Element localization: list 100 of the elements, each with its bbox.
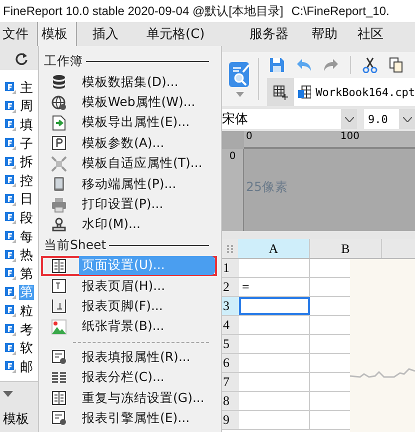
row-header[interactable]: 2 <box>222 278 239 296</box>
template-file-item[interactable]: 软 <box>19 341 34 356</box>
menu-item[interactable]: 模板 <box>36 22 76 46</box>
report-file-icon <box>5 119 16 132</box>
template-file-item[interactable]: 热 <box>19 248 34 264</box>
row-header[interactable]: 5 <box>222 335 239 353</box>
form-gear-icon <box>51 349 67 366</box>
template-file-item[interactable]: 拆 <box>19 155 34 170</box>
row-header[interactable]: 7 <box>222 373 239 391</box>
menu-option[interactable]: 水印(M)... <box>41 214 217 236</box>
row-header[interactable]: 1 <box>222 259 239 277</box>
menu-option[interactable]: 纸张背景(B)... <box>41 316 217 338</box>
database-icon <box>51 74 67 90</box>
page-footer-icon <box>51 298 67 314</box>
row-header[interactable]: 3 <box>222 297 239 315</box>
menu-option[interactable]: 报表引擎属性(E)... <box>41 408 217 429</box>
section-header: 工作簿 <box>44 53 83 70</box>
row-header[interactable]: 9 <box>222 411 239 429</box>
menu-item[interactable]: 帮助 <box>304 22 345 46</box>
report-file-icon <box>5 305 16 318</box>
menu-item[interactable]: 社区 <box>352 22 386 46</box>
framed-square-icon <box>51 135 67 152</box>
menu-option[interactable]: 模板数据集(D)... <box>41 72 217 92</box>
globe-icon <box>51 94 67 111</box>
page-header-icon <box>51 278 67 294</box>
menu-option[interactable]: 模板导出属性(E)... <box>41 112 217 134</box>
template-file-item[interactable]: 主 <box>19 80 34 96</box>
add-sheet-button[interactable] <box>266 78 294 106</box>
columns-icon <box>51 370 67 386</box>
export-icon <box>51 114 67 131</box>
cut-icon[interactable] <box>362 57 378 73</box>
row-header[interactable]: 8 <box>222 392 239 410</box>
template-file-item[interactable]: 填 <box>19 118 34 133</box>
font-field[interactable]: 宋体 <box>222 109 357 129</box>
report-file-icon <box>5 100 16 113</box>
column-header[interactable]: A <box>238 239 310 258</box>
menu-option[interactable]: 重复与冻结设置(G)... <box>41 388 217 408</box>
report-file-icon <box>5 250 16 262</box>
report-file-icon <box>5 361 16 374</box>
section-header: 当前Sheet <box>44 236 106 254</box>
caret-icon[interactable] <box>3 391 13 397</box>
row-header[interactable]: 6 <box>222 354 239 372</box>
copy-icon[interactable] <box>388 57 403 73</box>
grip-icon[interactable] <box>227 244 233 252</box>
report-file-icon <box>5 268 16 280</box>
menu-item[interactable]: 文件 <box>0 22 32 46</box>
template-file-item[interactable]: 日 <box>19 192 34 208</box>
report-file-icon <box>5 82 16 94</box>
report-file-icon <box>5 342 16 355</box>
fit-corners-icon <box>51 156 67 172</box>
template-file-item[interactable]: 粒 <box>19 304 34 319</box>
report-file-icon <box>5 175 16 188</box>
caret-icon[interactable] <box>236 92 244 96</box>
report-file-icon <box>5 324 16 336</box>
save-icon[interactable] <box>268 57 285 73</box>
menu-item[interactable]: 单元格(C) <box>138 22 220 46</box>
template-file-item[interactable]: 考 <box>19 322 34 338</box>
menu-option[interactable]: 模板自适应属性(T)... <box>41 154 217 174</box>
report-file-icon <box>5 156 16 169</box>
stamp-icon <box>51 216 67 233</box>
template-file-item[interactable]: 第 <box>19 266 34 282</box>
panel-label: 模板 <box>3 411 29 428</box>
menu-option[interactable]: 报表页眉(H)... <box>41 276 217 296</box>
menu-item[interactable]: 服务器 <box>234 22 297 46</box>
preview-icon[interactable] <box>228 62 251 88</box>
template-file-item[interactable]: 邮 <box>19 360 34 375</box>
chevron-down-icon <box>344 116 354 122</box>
form-gear-icon <box>51 410 67 426</box>
table-cell[interactable]: = <box>239 278 310 296</box>
page-layout-icon <box>51 390 67 406</box>
template-file-item[interactable]: 控 <box>19 174 34 189</box>
template-file-item[interactable]: 每 <box>19 230 34 245</box>
row-header[interactable]: 4 <box>222 316 239 334</box>
menu-option[interactable]: 报表页脚(F)... <box>41 296 217 317</box>
horizontal-ruler: 0 100 <box>244 131 415 149</box>
margin-note: 25像素 <box>246 179 288 196</box>
table-cell[interactable] <box>239 297 310 315</box>
font-size-field[interactable]: 9.0 <box>364 109 415 129</box>
menu-option[interactable]: 移动端属性(P)... <box>41 174 217 194</box>
report-file-icon <box>5 212 16 224</box>
grid-plus-icon <box>272 84 288 100</box>
menu-option[interactable]: 报表分栏(C)... <box>41 367 217 388</box>
page-layout-icon <box>51 258 67 274</box>
menu-item[interactable]: 插入 <box>84 22 128 46</box>
redo-icon[interactable] <box>322 58 339 72</box>
template-file-item[interactable]: 段 <box>19 210 34 226</box>
vertical-ruler: 0 <box>222 149 244 231</box>
file-path: C:\FineReport_10. <box>291 4 390 18</box>
menu-option[interactable]: 模板Web属性(W)... <box>41 92 217 113</box>
column-header[interactable]: B <box>310 239 382 258</box>
menu-option[interactable]: 打印设置(P)... <box>41 194 217 215</box>
menu-option[interactable]: 模板参数(A)... <box>41 133 217 154</box>
template-file-item[interactable]: 周 <box>19 99 34 114</box>
printer-icon <box>51 196 67 213</box>
menu-option[interactable]: 报表填报属性(R)... <box>41 347 217 368</box>
window-title: FineReport 10.0 stable 2020-09-04 @默认[本地目录] <box>3 2 284 20</box>
refresh-icon[interactable] <box>15 52 28 64</box>
image-icon <box>51 318 67 335</box>
template-file-item[interactable]: 子 <box>19 136 34 152</box>
undo-icon[interactable] <box>296 58 312 72</box>
